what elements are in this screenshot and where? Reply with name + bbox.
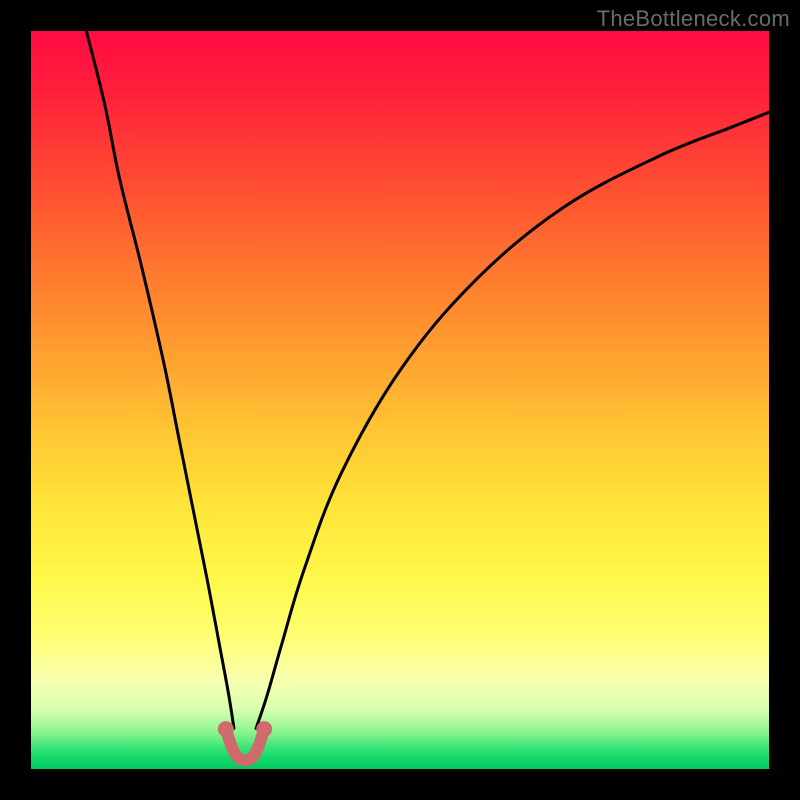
series-left-branch xyxy=(86,31,234,728)
chart-frame: TheBottleneck.com xyxy=(0,0,800,800)
series-valley-marker-endpoint xyxy=(218,721,234,737)
chart-svg xyxy=(31,31,769,769)
series-group xyxy=(86,31,769,760)
series-right-branch xyxy=(256,112,769,728)
plot-area xyxy=(31,31,769,769)
series-valley-marker-endpoint xyxy=(256,721,272,737)
watermark-text: TheBottleneck.com xyxy=(597,6,790,32)
